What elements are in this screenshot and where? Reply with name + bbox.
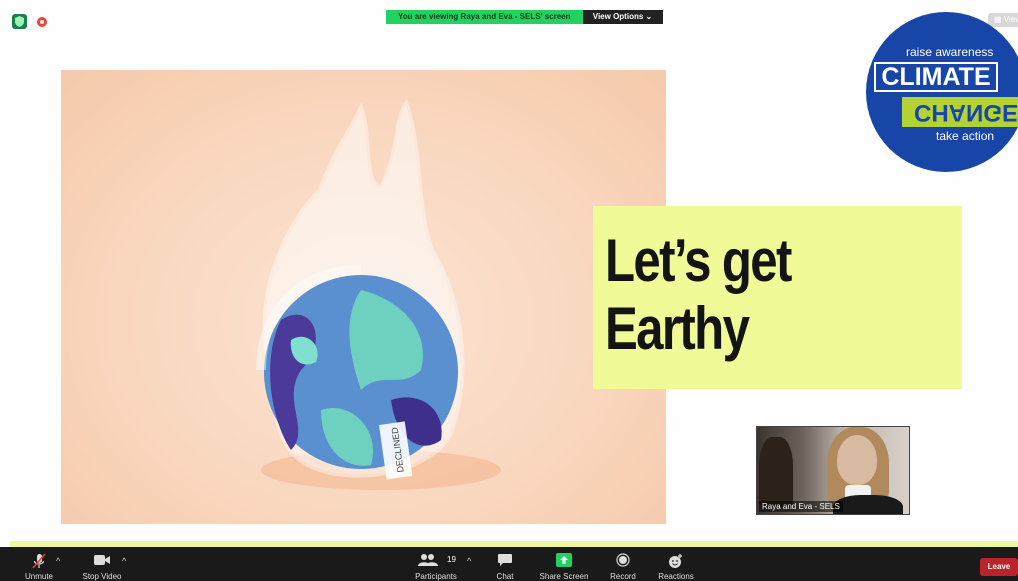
shared-screen: You are viewing Raya and Eva - SELS' scr… bbox=[0, 0, 1018, 547]
leave-button[interactable]: Leave bbox=[980, 558, 1018, 576]
participant-video-tile[interactable]: Raya and Eva - SELS bbox=[756, 426, 910, 515]
stop-video-button[interactable]: Stop Video bbox=[78, 547, 126, 581]
participant-face bbox=[837, 435, 877, 485]
globe-in-bag-illustration: DECLINED bbox=[256, 98, 501, 490]
audio-options-chevron-icon[interactable]: ^ bbox=[56, 556, 60, 566]
reactions-label: Reactions bbox=[658, 572, 694, 581]
view-toggle-button[interactable]: ▦ View bbox=[988, 13, 1018, 27]
viewing-status-text: You are viewing Raya and Eva - SELS' scr… bbox=[386, 10, 583, 24]
share-screen-label: Share Screen bbox=[539, 572, 589, 581]
viewing-banner: You are viewing Raya and Eva - SELS' scr… bbox=[386, 10, 663, 24]
chat-label: Chat bbox=[496, 572, 514, 581]
share-screen-icon bbox=[556, 553, 572, 567]
slide-title-line-1: Let’s get bbox=[605, 227, 792, 294]
record-button[interactable]: Record bbox=[606, 547, 640, 581]
chat-bubble-icon bbox=[498, 554, 512, 566]
logo-word-change: CHANGE bbox=[902, 97, 1018, 127]
participants-button[interactable]: 19 Participants bbox=[410, 547, 462, 581]
logo-word-climate: CLIMATE bbox=[874, 62, 998, 92]
reactions-button[interactable]: Reactions bbox=[656, 547, 696, 581]
second-participant bbox=[759, 437, 793, 507]
view-label: View bbox=[1003, 15, 1018, 24]
participants-icon bbox=[418, 554, 438, 566]
record-label: Record bbox=[610, 572, 636, 581]
logo-tag-top: raise awareness bbox=[906, 45, 994, 59]
unmute-label: Unmute bbox=[24, 572, 53, 581]
record-icon bbox=[616, 553, 630, 567]
recording-indicator-icon[interactable] bbox=[37, 17, 47, 27]
stop-video-label: Stop Video bbox=[82, 572, 122, 581]
muted-microphone-icon bbox=[32, 553, 46, 569]
view-options-button[interactable]: View Options ⌄ bbox=[582, 10, 663, 24]
video-camera-icon bbox=[94, 555, 110, 565]
share-screen-button[interactable]: Share Screen bbox=[538, 547, 590, 581]
slide-title-box: Let’s get Earthy bbox=[593, 206, 962, 389]
participants-label: Participants bbox=[415, 572, 457, 581]
participants-count: 19 bbox=[447, 555, 456, 564]
participants-chevron-icon[interactable]: ^ bbox=[467, 556, 471, 566]
grid-icon: ▦ bbox=[994, 15, 1002, 24]
participant-name-label: Raya and Eva - SELS bbox=[759, 501, 843, 512]
reactions-smiley-icon bbox=[669, 554, 682, 568]
chat-button[interactable]: Chat bbox=[490, 547, 520, 581]
security-shield-icon[interactable] bbox=[12, 14, 27, 29]
slide-illustration: DECLINED bbox=[61, 70, 666, 524]
climate-change-logo: raise awareness CLIMATE CHANGE take acti… bbox=[866, 12, 1018, 172]
unmute-button[interactable]: Unmute bbox=[18, 547, 60, 581]
video-options-chevron-icon[interactable]: ^ bbox=[122, 556, 126, 566]
logo-tag-bottom: take action bbox=[936, 129, 995, 143]
participant-body bbox=[833, 495, 903, 514]
slide-title-line-2: Earthy bbox=[605, 295, 750, 362]
meeting-toolbar: Unmute ^ Stop Video ^ 19 Participants ^ … bbox=[0, 547, 1018, 581]
